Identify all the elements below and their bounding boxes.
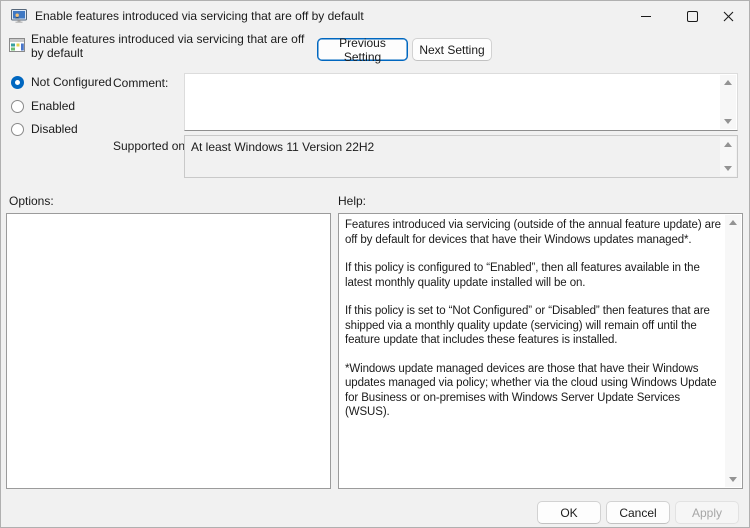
close-button[interactable] (705, 1, 750, 31)
help-scroll-up-button[interactable] (725, 215, 741, 230)
help-paragraph: *Windows update managed devices are thos… (345, 362, 717, 419)
close-icon (723, 11, 733, 21)
arrow-down-icon (724, 166, 732, 171)
policy-setting-icon (9, 37, 26, 54)
cancel-button[interactable]: Cancel (606, 501, 670, 524)
previous-setting-button[interactable]: Previous Setting (317, 36, 408, 64)
radio-disabled-label: Disabled (31, 122, 78, 136)
arrow-up-icon (724, 80, 732, 85)
title-bar: Enable features introduced via servicing… (1, 1, 749, 31)
supported-on-value: At least Windows 11 Version 22H2 (191, 140, 375, 154)
radio-not-configured[interactable]: Not Configured (11, 75, 112, 89)
radio-enabled-circle (11, 99, 24, 113)
ok-button[interactable]: OK (537, 501, 601, 524)
next-setting-button[interactable]: Next Setting (412, 38, 492, 61)
help-label: Help: (338, 194, 367, 208)
comment-textarea[interactable] (184, 73, 738, 131)
arrow-down-icon (724, 119, 732, 124)
supported-scroll-up-button[interactable] (720, 137, 736, 152)
radio-not-configured-circle (11, 75, 24, 89)
group-policy-monitor-icon (11, 8, 27, 24)
arrow-up-icon (724, 142, 732, 147)
help-paragraph: Features introduced via servicing (outsi… (345, 219, 721, 246)
policy-setting-dialog: Enable features introduced via servicing… (0, 0, 750, 528)
comment-scroll-up-button[interactable] (720, 75, 736, 90)
policy-title: Enable features introduced via servicing… (31, 32, 305, 60)
arrow-down-icon (729, 477, 737, 482)
options-label: Options: (9, 194, 54, 208)
help-scroll-down-button[interactable] (725, 472, 741, 487)
arrow-up-icon (729, 220, 737, 225)
supported-on-box: At least Windows 11 Version 22H2 (184, 135, 738, 178)
help-scrollbar[interactable] (725, 215, 741, 487)
help-panel[interactable]: Features introduced via servicing (outsi… (338, 213, 743, 489)
comment-scrollbar[interactable] (720, 75, 736, 129)
help-paragraph: If this policy is configured to “Enabled… (345, 262, 700, 289)
help-paragraph: If this policy is set to “Not Configured… (345, 305, 710, 346)
radio-not-configured-label: Not Configured (31, 75, 112, 89)
minimize-button[interactable] (623, 1, 669, 31)
radio-disabled-circle (11, 122, 24, 136)
radio-enabled-label: Enabled (31, 99, 76, 113)
options-panel (6, 213, 331, 489)
comment-scroll-down-button[interactable] (720, 114, 736, 129)
radio-enabled[interactable]: Enabled (11, 99, 75, 113)
supported-scroll-down-button[interactable] (720, 161, 736, 176)
apply-button[interactable]: Apply (675, 501, 739, 524)
supported-on-scrollbar[interactable] (720, 137, 736, 176)
help-text: Features introduced via servicing (outsi… (339, 214, 725, 488)
supported-on-label: Supported on: (113, 139, 189, 153)
radio-disabled[interactable]: Disabled (11, 122, 78, 136)
comment-label: Comment: (113, 76, 169, 90)
maximize-icon (686, 10, 698, 22)
window-title: Enable features introduced via servicing… (35, 9, 364, 23)
minimize-icon (641, 15, 651, 17)
